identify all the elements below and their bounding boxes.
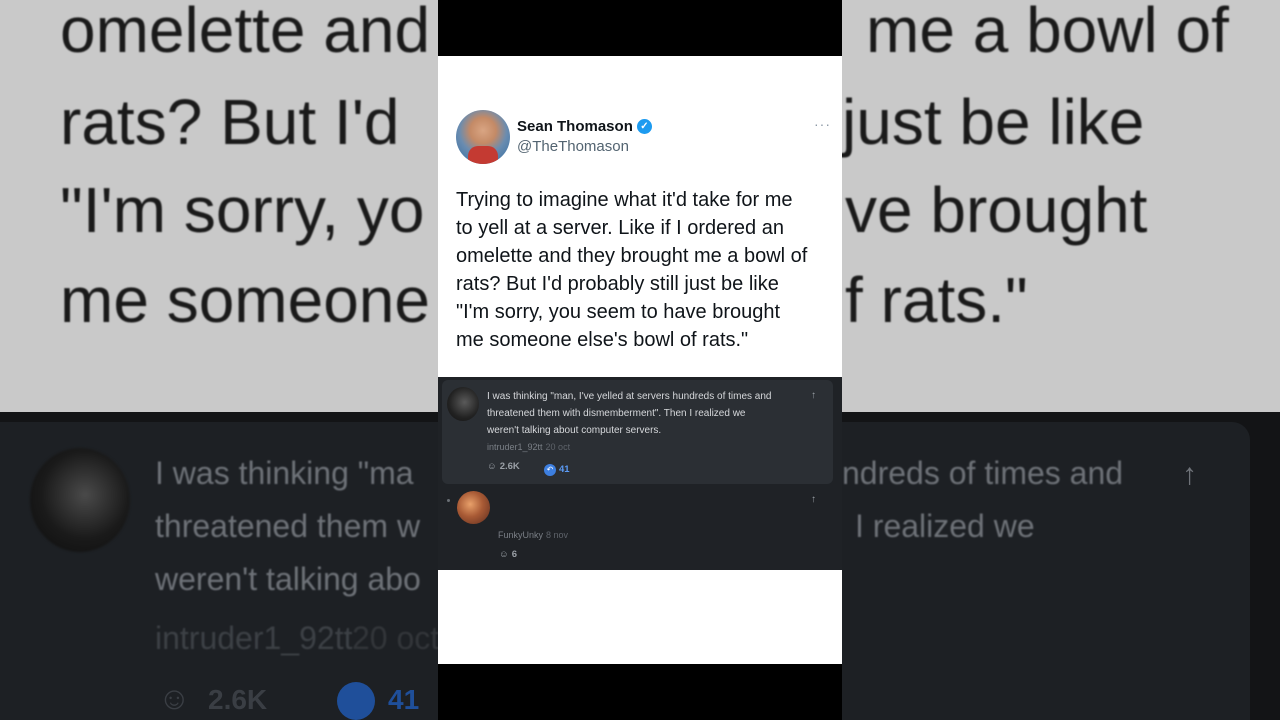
bg-text-line: "I'm sorry, yo [60,174,425,246]
bg-avatar [30,448,130,552]
bg-reply-line: I realized we [855,508,1035,544]
bg-reply-line: I was thinking "ma [155,455,414,491]
smiley-icon: ☺ [499,549,509,560]
reply-count: ↶ 41 [544,461,570,479]
smiley-icon: ☺ [487,461,497,472]
bg-text-line: f rats." [845,264,1028,336]
tweet-line: Trying to imagine what it'd take for me [456,189,793,211]
reply-meta: intruder1_92tt 20 oct [487,442,570,452]
bg-reply-line: ndreds of times and [842,455,1124,491]
tweet-line: "I'm sorry, you seem to have brought [456,301,781,323]
bg-text-line: me someone [60,264,430,336]
bg-text-line: rats? But I'd [60,86,400,158]
reaction-count-value: 6 [511,549,517,560]
reply-avatar [447,387,479,421]
tweet-line: rats? But I'd probably still just be lik… [456,273,779,295]
bg-react-icon: ☺ [158,680,191,716]
reply-date: 8 nov [546,530,569,540]
share-icon: ↑ [811,390,816,401]
reaction-count-value: 2.6K [499,461,520,472]
bg-text-line: omelette and [60,0,431,66]
reply-meta: FunkyUnky 8 nov [498,530,568,540]
bg-reply-username: intruder1_92tt [155,620,353,656]
reply-arrow-icon: ↶ [544,463,556,476]
share-icon: ↑ [811,494,816,505]
bg-text-line: me a bowl of [866,0,1229,66]
bg-share-icon: ↑ [1182,458,1197,491]
reply-line: threatened them with dismemberment". The… [487,408,746,419]
bg-reply-line: threatened them w [155,508,421,544]
reply-count-value: 41 [559,464,570,476]
display-name[interactable]: Sean Thomason [517,118,633,135]
reply-line: weren't talking about computer servers. [487,425,662,436]
bg-text-line: ve brought [845,174,1148,246]
bg-react-count: 2.6K [208,684,268,715]
tweet-line: to yell at a server. Like if I ordered a… [456,217,784,239]
bg-reply-icon [337,682,375,720]
reply-date: 20 oct [545,442,571,452]
reaction-count: ☺ 6 [499,549,517,560]
verified-badge-icon: ✓ [637,119,652,134]
reply-line: I was thinking "man, I've yelled at serv… [487,391,772,402]
reply-avatar [457,491,490,524]
bg-text-line: just be like [842,86,1145,158]
tweet-line: me someone else's bowl of rats." [456,329,749,351]
user-handle[interactable]: @TheThomason [517,138,629,155]
reply-username: intruder1_92tt [487,442,543,452]
profile-avatar[interactable] [456,110,510,164]
thread-dot [447,499,450,502]
bg-reply-line: weren't talking abo [155,561,421,597]
reaction-count: ☺ 2.6K [487,461,520,472]
bg-reply-count: 41 [388,684,420,715]
tweet-text: Trying to imagine what it'd take for me … [456,186,836,354]
avatar-shirt [468,146,498,164]
reply-text: I was thinking "man, I've yelled at serv… [487,388,807,439]
tweet-line: omelette and they brought me a bowl of [456,245,808,267]
reply-username: FunkyUnky [498,530,544,540]
bg-reply-date: 20 oct [352,620,440,656]
more-options-icon[interactable]: ··· [814,116,831,132]
